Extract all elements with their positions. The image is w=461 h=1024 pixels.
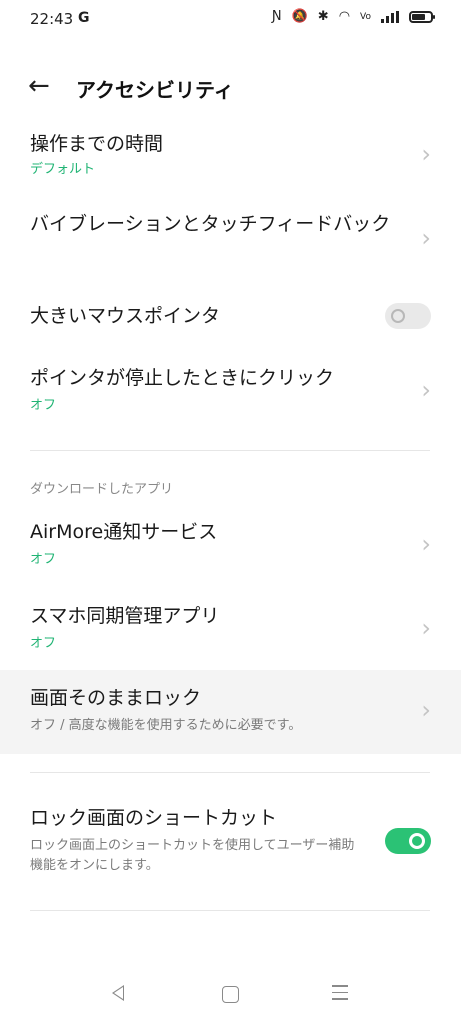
app-phone-sync-manager[interactable]: スマホ同期管理アプリ オフ › — [0, 602, 461, 662]
chevron-right-icon: › — [421, 376, 431, 404]
setting-click-when-pointer-stops[interactable]: ポインタが停止したときにクリック オフ › — [0, 364, 461, 424]
setting-value: オフ — [30, 552, 57, 567]
app-notification-icon: G — [78, 10, 90, 26]
app-airmore-notification[interactable]: AirMore通知サービス オフ › — [0, 518, 461, 578]
mute-icon: 🔕 — [291, 9, 308, 24]
chevron-right-icon: › — [421, 530, 431, 558]
divider — [30, 450, 430, 451]
page-header: ← アクセシビリティ — [0, 62, 461, 112]
volte-icon: Vo — [360, 11, 371, 22]
status-icons: Ɲ 🔕 ✱ ◠ Vo — [271, 9, 435, 24]
setting-label: バイブレーションとタッチフィードバック — [30, 213, 391, 235]
section-header-downloaded-apps: ダウンロードしたアプリ — [30, 482, 174, 497]
setting-value: オフ — [30, 398, 57, 413]
lock-screen-shortcut-toggle[interactable] — [385, 828, 431, 854]
toggle-knob — [409, 833, 425, 849]
battery-icon — [409, 10, 435, 23]
chevron-right-icon: › — [421, 696, 431, 724]
setting-value: オフ / 高度な機能を使用するために必要です。 — [30, 718, 302, 733]
setting-label: スマホ同期管理アプリ — [30, 605, 220, 627]
setting-label: 画面そのままロック — [30, 687, 202, 709]
setting-label: AirMore通知サービス — [30, 521, 218, 543]
nav-recents-icon[interactable] — [332, 985, 348, 1005]
setting-large-mouse-pointer: 大きいマウスポインタ — [0, 300, 461, 334]
status-bar: 22:43 G Ɲ 🔕 ✱ ◠ Vo — [0, 0, 461, 40]
large-pointer-toggle[interactable] — [385, 303, 431, 329]
setting-time-to-act[interactable]: 操作までの時間 デフォルト › — [0, 128, 461, 188]
divider — [30, 772, 430, 773]
back-arrow-icon[interactable]: ← — [28, 72, 50, 100]
setting-value: デフォルト — [30, 162, 96, 177]
chevron-right-icon: › — [421, 614, 431, 642]
setting-lock-screen-shortcut: ロック画面のショートカット ロック画面上のショートカットを使用してユーザー補助機… — [0, 804, 461, 884]
nav-back-icon[interactable] — [112, 985, 124, 1001]
wifi-icon: ◠ — [338, 9, 351, 24]
app-screen-lock[interactable]: 画面そのままロック オフ / 高度な機能を使用するために必要です。 › — [0, 684, 461, 744]
signal-icon — [381, 10, 399, 23]
nav-home-icon[interactable] — [222, 986, 239, 1003]
chevron-right-icon: › — [421, 140, 431, 168]
setting-label: ポインタが停止したときにクリック — [30, 367, 335, 389]
bluetooth-icon: ✱ — [317, 9, 329, 24]
status-time: 22:43 — [30, 10, 74, 28]
nfc-icon: Ɲ — [271, 9, 282, 24]
chevron-right-icon: › — [421, 224, 431, 252]
navigation-bar — [0, 975, 461, 1015]
divider — [30, 910, 430, 911]
setting-label: 大きいマウスポインタ — [30, 305, 221, 327]
setting-value: オフ — [30, 636, 57, 651]
toggle-knob — [391, 309, 405, 323]
setting-description: ロック画面上のショートカットを使用してユーザー補助機能をオンにします。 — [30, 838, 355, 873]
setting-label: ロック画面のショートカット — [30, 807, 278, 829]
page-title: アクセシビリティ — [76, 78, 234, 102]
setting-vibration-haptics[interactable]: バイブレーションとタッチフィードバック › — [0, 210, 461, 272]
setting-label: 操作までの時間 — [30, 133, 164, 155]
